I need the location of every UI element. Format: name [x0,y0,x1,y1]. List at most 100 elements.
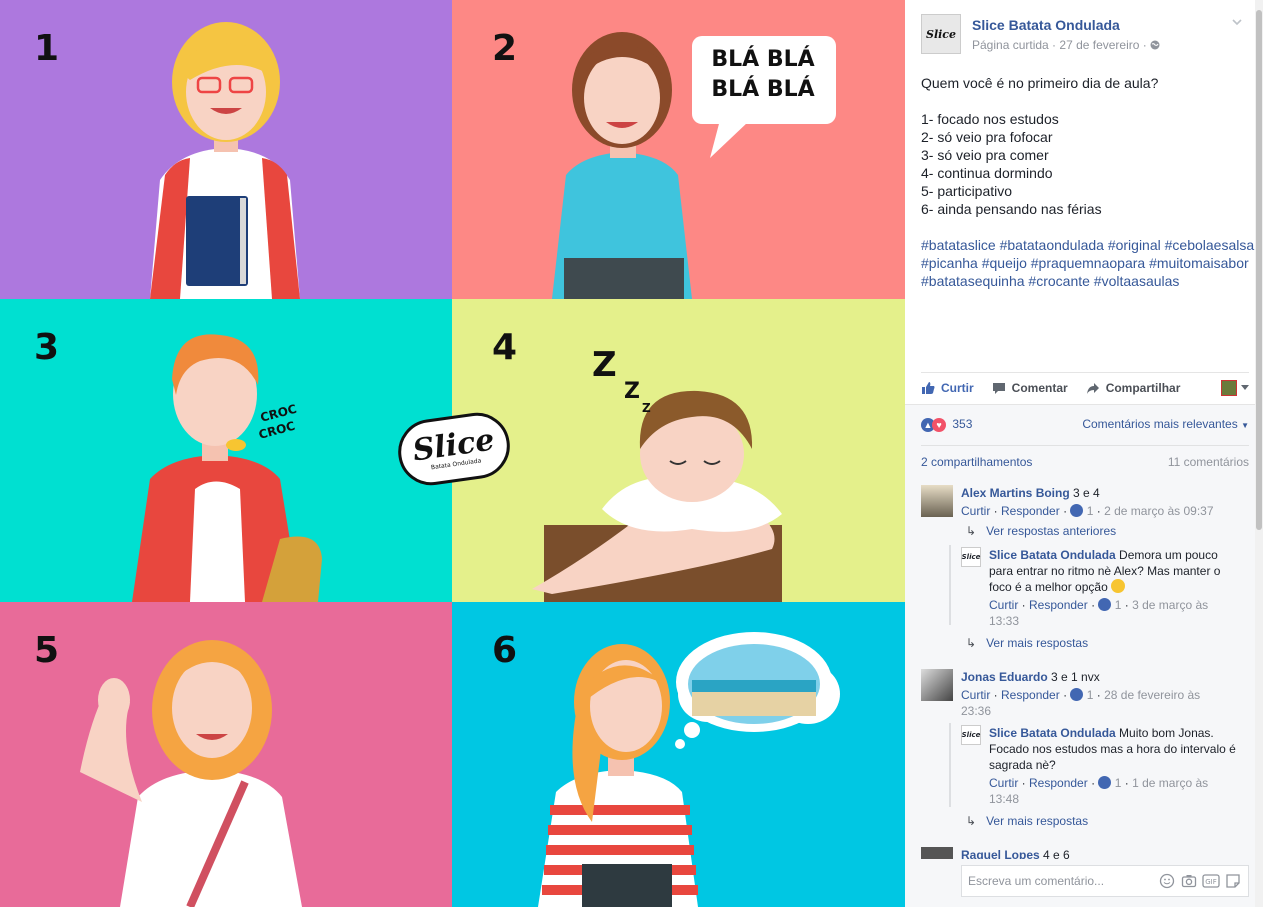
post-actions: Curtir Comentar Compartilhar [921,372,1249,402]
comment-label: Comentar [1011,380,1068,395]
reply-thread-line [949,723,951,807]
share-label: Compartilhar [1105,380,1181,395]
comments-count[interactable]: 11 comentários [1168,455,1249,469]
post-line: Quem você é no primeiro dia de aula? [921,75,1159,91]
page-thumbnail-icon [1221,379,1237,396]
comment-text: 3 e 4 [1073,486,1100,500]
svg-text:GIF: GIF [1205,878,1217,886]
post-line [921,92,1256,110]
reply-like-link[interactable]: Curtir [989,598,1018,612]
camera-icon[interactable] [1180,872,1198,890]
commenter-name-link[interactable]: Raquel Lopes [961,848,1040,859]
comment-item: Raquel Lopes 4 e 6 [921,847,1251,859]
like-count-icon [1070,688,1084,701]
reply-arrow-icon: ↳ [966,524,977,538]
post-date-link[interactable]: 27 de fevereiro [1059,38,1139,52]
emoji-icon[interactable] [1158,872,1176,890]
sticker-icon[interactable] [1224,872,1242,890]
replier-name-link[interactable]: Slice Batata Ondulada [989,726,1116,740]
reply-avatar[interactable]: Slice [961,547,981,567]
post-meta: Página curtida · 27 de fevereiro · [972,38,1160,52]
feedback-area: ▲ ♥ 353 Comentários mais relevantes ▼ 2 c… [905,404,1255,907]
more-replies-link[interactable]: ↳ Ver mais respostas [966,636,1088,650]
student-sleeping-illustration [532,390,782,602]
post-text: Quem você é no primeiro dia de aula? 1- … [921,74,1256,290]
commenter-name-link[interactable]: Jonas Eduardo [961,670,1048,684]
comment-like-count: 1 [1086,688,1094,702]
more-replies-label: Ver mais respostas [986,814,1089,828]
counts-row: 2 compartilhamentos 11 comentários [921,445,1249,469]
page-name-link[interactable]: Slice Batata Ondulada [972,17,1120,33]
commenter-name-link[interactable]: Alex Martins Boing [961,486,1070,500]
more-replies-link[interactable]: ↳ Ver mais respostas [966,814,1088,828]
comment-reply-link[interactable]: Responder [1001,688,1060,702]
panel-1: 1 [0,0,452,299]
post-photo[interactable]: 1 2 BLÁ BLÁ BLÁ BLÁ 3 CROC CROC 4 Z Z Z … [0,0,905,907]
reply-avatar[interactable]: Slice [961,725,981,745]
shares-count-link[interactable]: 2 compartilhamentos [921,455,1032,469]
hashtags[interactable]: #batataslice #batataondulada #original #… [921,236,1256,290]
reply-arrow-icon: ↳ [966,814,977,828]
commenter-avatar[interactable] [921,485,953,517]
previous-replies-label: Ver respostas anteriores [986,524,1117,538]
reply-reply-link[interactable]: Responder [1029,776,1088,790]
globe-icon [1150,38,1160,52]
like-count-icon [1098,598,1112,611]
comment-sort-dropdown[interactable]: Comentários mais relevantes ▼ [1082,417,1249,432]
panel-2: 2 BLÁ BLÁ BLÁ BLÁ [452,0,905,299]
like-button[interactable]: Curtir [921,381,974,395]
page-avatar[interactable]: Slice [921,14,961,54]
share-button[interactable]: Compartilhar [1086,380,1181,395]
sidebar-scrollbar[interactable] [1255,0,1263,907]
like-count-icon [1098,776,1112,789]
chevron-down-icon[interactable] [1231,16,1243,30]
share-arrow-icon [1086,382,1099,394]
previous-replies-link[interactable]: ↳ Ver respostas anteriores [966,524,1116,538]
caret-down-icon [1241,384,1249,390]
gif-icon[interactable]: GIF [1202,872,1220,890]
commenter-avatar[interactable] [921,847,953,859]
post-line [921,218,1256,236]
reply-reply-link[interactable]: Responder [1029,598,1088,612]
commenter-avatar[interactable] [921,669,953,701]
comment-icon [992,382,1005,394]
speech-line: BLÁ BLÁ [711,77,815,102]
student-eating-illustration [132,334,322,602]
caret-down-icon: ▼ [1241,421,1249,430]
speech-line: BLÁ BLÁ [711,47,815,72]
sleep-z: Z [624,379,640,404]
student-focused-illustration [150,22,300,299]
comment-reply-link[interactable]: Responder [1001,504,1060,518]
reactions-summary[interactable]: ▲ ♥ 353 [921,417,972,432]
reaction-as-page-selector[interactable] [1221,379,1249,396]
comment-like-count: 1 [1086,504,1094,518]
reply-like-count: 1 [1114,598,1122,612]
more-replies-label: Ver mais respostas [986,636,1089,650]
comment-input[interactable]: Escreva um comentário... [968,874,1104,888]
student-vacation-illustration [538,632,840,907]
reply-like-link[interactable]: Curtir [989,776,1018,790]
comment-button[interactable]: Comentar [992,381,1068,395]
like-count-icon [1070,504,1084,517]
student-gossip-illustration [552,32,836,299]
reply-thread-line [949,545,951,625]
comment-like-link[interactable]: Curtir [961,504,990,518]
panel-6: 6 [452,602,905,907]
sort-label: Comentários mais relevantes [1082,417,1238,431]
post-line: 5- participativo [921,183,1013,199]
love-reaction-icon: ♥ [932,417,946,432]
comment-like-link[interactable]: Curtir [961,688,990,702]
comment-timestamp[interactable]: 2 de março às 09:37 [1104,504,1213,518]
post-line: 3- só veio pra comer [921,147,1049,163]
comment-composer[interactable]: Escreva um comentário... GIF [961,865,1249,897]
laughing-emoji-icon [1111,579,1126,593]
page-liked-label: Página curtida [972,38,1049,52]
replier-name-link[interactable]: Slice Batata Ondulada [989,548,1116,562]
reply-avatar-text: Slice [961,731,981,739]
post-line: 6- ainda pensando nas férias [921,201,1102,217]
reply-avatar-text: Slice [961,553,981,561]
panel-3: 3 CROC CROC [0,299,452,602]
post-line: 1- focado nos estudos [921,111,1059,127]
panel-4: 4 Z Z Z [452,299,905,602]
scrollbar-thumb[interactable] [1256,10,1262,530]
